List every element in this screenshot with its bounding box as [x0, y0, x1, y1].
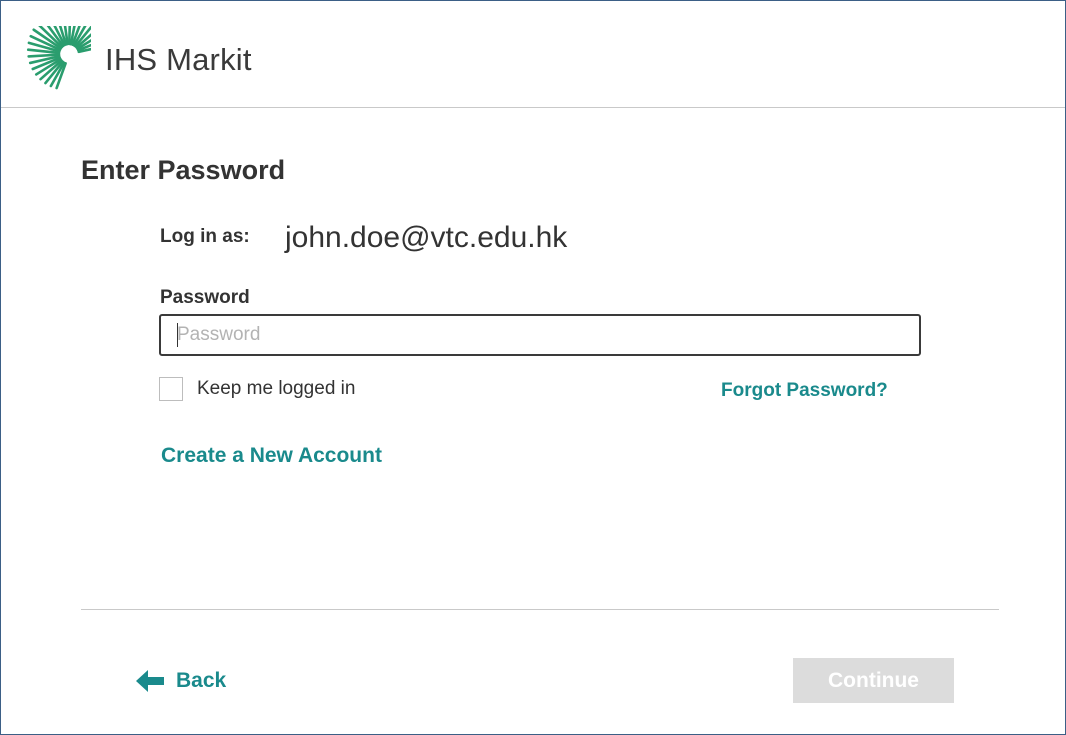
page-title: Enter Password [81, 155, 286, 185]
back-label: Back [176, 669, 227, 692]
password-input[interactable] [159, 314, 921, 356]
login-as-label: Log in as: [160, 226, 250, 247]
password-label: Password [160, 287, 250, 308]
forgot-password-link[interactable]: Forgot Password? [721, 380, 888, 402]
arrow-left-icon [136, 670, 164, 692]
text-cursor [177, 323, 178, 347]
login-as-email: john.doe@vtc.edu.hk [285, 221, 568, 254]
back-button[interactable]: Back [136, 667, 226, 695]
keep-logged-in-checkbox[interactable] [159, 377, 183, 401]
create-account-link[interactable]: Create a New Account [161, 444, 382, 468]
keep-logged-in-label[interactable]: Keep me logged in [197, 378, 355, 400]
login-window: IHS Markit Enter Password Log in as: joh… [0, 0, 1066, 735]
brand-name: IHS Markit [105, 42, 252, 77]
footer-divider [81, 609, 999, 610]
header-bar: IHS Markit [1, 1, 1065, 108]
continue-button[interactable]: Continue [793, 658, 954, 703]
ihs-markit-logo-icon [26, 26, 91, 90]
